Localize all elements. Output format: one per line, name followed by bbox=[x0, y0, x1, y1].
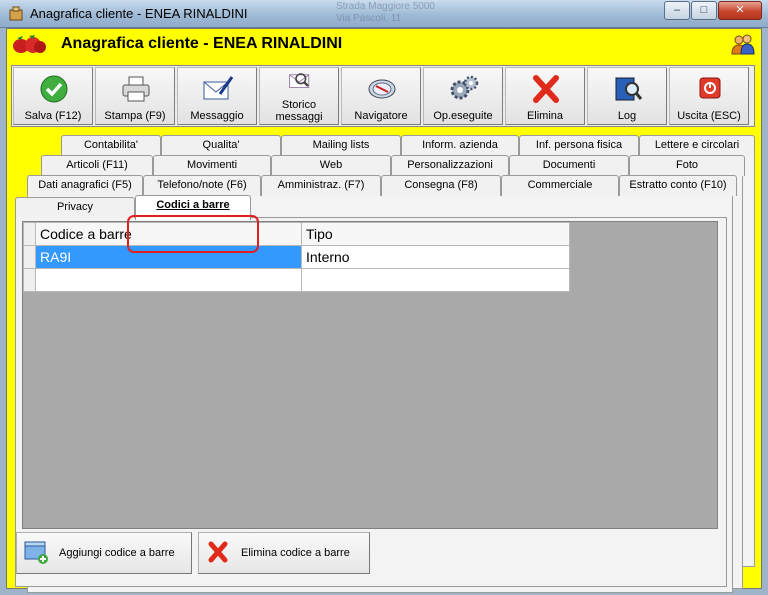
toolbar: Salva (F12) Stampa (F9) Messaggio Storic… bbox=[11, 65, 755, 127]
barcode-table: Codice a barre Tipo RA9I Interno bbox=[23, 222, 570, 292]
compass-icon bbox=[368, 79, 396, 99]
title-bar: Anagrafica cliente - ENEA RINALDINI Stra… bbox=[0, 0, 768, 28]
cell-codice[interactable]: RA9I bbox=[35, 245, 302, 269]
table-row[interactable]: RA9I Interno bbox=[23, 245, 570, 269]
tab-articoli[interactable]: Articoli (F11) bbox=[41, 155, 153, 176]
add-barcode-button[interactable]: Aggiungi codice a barre bbox=[16, 532, 192, 574]
delete-barcode-button[interactable]: Elimina codice a barre bbox=[198, 532, 370, 574]
tab-personalizzazioni[interactable]: Personalizzazioni bbox=[391, 155, 509, 176]
delete-button[interactable]: Elimina bbox=[505, 67, 585, 125]
tab-codici-a-barre[interactable]: Codici a barre bbox=[135, 195, 251, 220]
printer-icon bbox=[122, 76, 150, 102]
table-row[interactable] bbox=[23, 268, 570, 292]
tab-movimenti[interactable]: Movimenti bbox=[153, 155, 271, 176]
print-button[interactable]: Stampa (F9) bbox=[95, 67, 175, 125]
tab-telefono-note[interactable]: Telefono/note (F6) bbox=[143, 175, 261, 196]
tab-web[interactable]: Web bbox=[271, 155, 391, 176]
cell-tipo[interactable] bbox=[301, 268, 570, 292]
tab-consegna[interactable]: Consegna (F8) bbox=[381, 175, 501, 196]
tab-mailing-lists[interactable]: Mailing lists bbox=[281, 135, 401, 156]
window-title: Anagrafica cliente - ENEA RINALDINI bbox=[30, 6, 248, 21]
book-search-icon bbox=[615, 77, 643, 101]
save-button[interactable]: Salva (F12) bbox=[13, 67, 93, 125]
tab-inform-azienda[interactable]: Inform. azienda bbox=[401, 135, 519, 156]
tab-privacy[interactable]: Privacy bbox=[15, 197, 135, 218]
exit-power-icon bbox=[699, 77, 721, 99]
strawberries-logo-icon bbox=[13, 35, 46, 53]
gears-icon bbox=[450, 75, 479, 100]
tab-documenti[interactable]: Documenti bbox=[509, 155, 629, 176]
background-window-text: Strada Maggiore 5000 Via Pascoli, 11 bbox=[336, 1, 435, 24]
tab-inf-persona-fisica[interactable]: Inf. persona fisica bbox=[519, 135, 639, 156]
close-button[interactable]: ✕ bbox=[718, 1, 762, 20]
users-icon[interactable] bbox=[731, 33, 755, 55]
tab-dati-anagrafici[interactable]: Dati anagrafici (F5) bbox=[27, 175, 143, 196]
column-header-codice[interactable]: Codice a barre bbox=[35, 222, 302, 246]
delete-x-icon bbox=[208, 541, 228, 563]
row-selector[interactable] bbox=[23, 245, 36, 269]
row-selector[interactable] bbox=[23, 268, 36, 292]
column-header-tipo[interactable]: Tipo bbox=[301, 222, 570, 246]
minimize-button[interactable]: – bbox=[664, 1, 690, 20]
navigator-button[interactable]: Navigatore bbox=[341, 67, 421, 125]
tab-commerciale[interactable]: Commerciale bbox=[501, 175, 619, 196]
exit-button[interactable]: Uscita (ESC) bbox=[669, 67, 749, 125]
barcode-grid[interactable]: Codice a barre Tipo RA9I Interno bbox=[22, 221, 718, 529]
envelope-pen-icon bbox=[203, 76, 234, 100]
app-icon bbox=[9, 6, 23, 21]
cell-codice[interactable] bbox=[35, 268, 302, 292]
envelope-search-icon bbox=[289, 73, 310, 88]
log-button[interactable]: Log bbox=[587, 67, 667, 125]
tab-amministraz[interactable]: Amministraz. (F7) bbox=[261, 175, 381, 196]
add-barcode-icon bbox=[24, 541, 48, 564]
tab-lettere-circolari[interactable]: Lettere e circolari bbox=[639, 135, 755, 156]
row-header-corner bbox=[23, 222, 36, 246]
maximize-button[interactable]: □ bbox=[691, 1, 717, 20]
tab-contabilita[interactable]: Contabilita' bbox=[61, 135, 161, 156]
page-title: Anagrafica cliente - ENEA RINALDINI bbox=[61, 35, 343, 52]
message-button[interactable]: Messaggio bbox=[177, 67, 257, 125]
tab-qualita[interactable]: Qualita' bbox=[161, 135, 281, 156]
tab-foto[interactable]: Foto bbox=[629, 155, 745, 176]
cell-tipo[interactable]: Interno bbox=[301, 245, 570, 269]
message-history-button[interactable]: Storico messaggi bbox=[259, 67, 339, 125]
tab-estratto-conto[interactable]: Estratto conto (F10) bbox=[619, 175, 737, 196]
operations-button[interactable]: Op.eseguite bbox=[423, 67, 503, 125]
delete-x-icon bbox=[533, 75, 559, 103]
table-header-row: Codice a barre Tipo bbox=[23, 222, 570, 246]
header: Anagrafica cliente - ENEA RINALDINI bbox=[7, 29, 761, 61]
check-icon bbox=[40, 75, 68, 103]
